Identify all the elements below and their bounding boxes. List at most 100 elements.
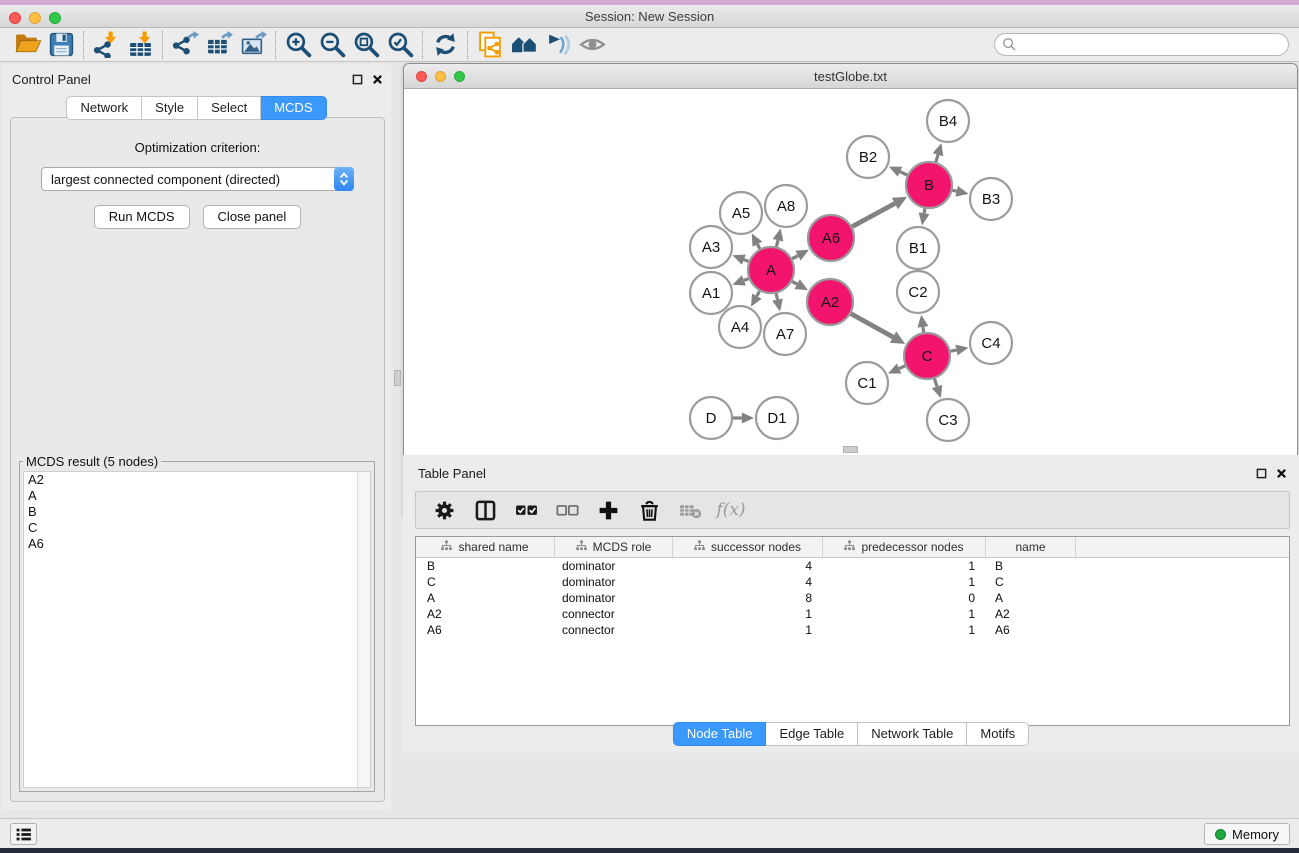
function-builder-icon: f(x): [719, 498, 743, 522]
network-window-titlebar[interactable]: testGlobe.txt: [404, 64, 1297, 89]
table-cell: A2: [416, 606, 555, 622]
mcds-result-item[interactable]: B: [24, 504, 370, 520]
tab-style[interactable]: Style: [142, 96, 198, 120]
tab-mcds[interactable]: MCDS: [261, 96, 326, 120]
edge-B-B2[interactable]: [900, 172, 907, 175]
result-scrollbar[interactable]: [357, 472, 370, 787]
export-network-icon[interactable]: [168, 30, 202, 60]
table-row[interactable]: Adominator80A: [416, 590, 1289, 606]
mcds-result-item[interactable]: A: [24, 488, 370, 504]
add-row-icon[interactable]: [596, 498, 620, 522]
table-tab-motifs[interactable]: Motifs: [967, 722, 1029, 746]
zoom-selected-icon[interactable]: [383, 30, 417, 60]
deselect-all-icon[interactable]: [555, 498, 579, 522]
edge-A-A6[interactable]: [792, 256, 798, 259]
edge-B-B4[interactable]: [936, 155, 938, 162]
close-panel-button[interactable]: Close panel: [203, 205, 302, 229]
export-image-icon[interactable]: [236, 30, 270, 60]
table-row[interactable]: Cdominator41C: [416, 574, 1289, 590]
column-header-predecessor-nodes[interactable]: predecessor nodes: [823, 537, 986, 557]
mcds-result-item[interactable]: A2: [24, 472, 370, 488]
table-cell: connector: [555, 606, 673, 622]
table-tab-edge-table[interactable]: Edge Table: [766, 722, 858, 746]
edge-A-A5[interactable]: [757, 244, 759, 249]
refresh-view-icon[interactable]: [428, 30, 462, 60]
tab-select[interactable]: Select: [198, 96, 261, 120]
memory-status-icon: [1215, 829, 1226, 840]
mcds-result-item[interactable]: A6: [24, 536, 370, 552]
open-file-icon[interactable]: [10, 30, 44, 60]
column-header-successor-nodes[interactable]: successor nodes: [673, 537, 823, 557]
edge-C-C1[interactable]: [899, 366, 905, 369]
edge-C-C4[interactable]: [951, 350, 957, 351]
node-label: A7: [776, 326, 794, 343]
select-all-icon[interactable]: [514, 498, 538, 522]
home-icon[interactable]: [507, 30, 541, 60]
edge-A6-B[interactable]: [852, 203, 895, 226]
table-row[interactable]: A6connector11A6: [416, 622, 1289, 638]
edge-A-A8[interactable]: [776, 240, 777, 246]
mcds-result-item[interactable]: C: [24, 520, 370, 536]
run-mcds-button[interactable]: Run MCDS: [94, 205, 190, 229]
edge-A-A1[interactable]: [744, 279, 749, 281]
float-table-panel-icon[interactable]: [1256, 468, 1267, 479]
edge-A2-C[interactable]: [851, 314, 893, 337]
network-from-file-icon[interactable]: [473, 30, 507, 60]
table-cell: 0: [823, 590, 986, 606]
arrowhead-icon: [917, 315, 928, 328]
import-table-icon[interactable]: [123, 30, 157, 60]
select-stepper-icon: [334, 167, 354, 191]
tab-network[interactable]: Network: [66, 96, 142, 120]
show-hide-eye-icon[interactable]: [575, 30, 609, 60]
table-tab-node-table[interactable]: Node Table: [673, 722, 767, 746]
node-label: C1: [857, 375, 876, 392]
table-tab-network-table[interactable]: Network Table: [858, 722, 967, 746]
zoom-fit-icon[interactable]: [349, 30, 383, 60]
edge-C-C2[interactable]: [923, 327, 924, 332]
edge-B-B1[interactable]: [924, 209, 925, 214]
columns-icon[interactable]: [473, 498, 497, 522]
table-cell: A: [986, 590, 1076, 606]
graphics-details-icon[interactable]: [541, 30, 575, 60]
node-label: D1: [767, 410, 786, 427]
edge-A-A7[interactable]: [776, 293, 777, 299]
node-label: B3: [982, 191, 1000, 208]
table-row[interactable]: Bdominator41B: [416, 558, 1289, 574]
arrowhead-icon: [919, 212, 930, 225]
memory-button[interactable]: Memory: [1204, 823, 1290, 845]
criterion-select[interactable]: largest connected component (directed): [41, 167, 354, 191]
import-network-icon[interactable]: [89, 30, 123, 60]
close-table-panel-icon[interactable]: [1276, 468, 1287, 479]
edge-C-C3[interactable]: [934, 379, 937, 387]
horizontal-splitter-handle[interactable]: [843, 446, 858, 453]
float-panel-icon[interactable]: [352, 74, 363, 85]
delete-row-icon[interactable]: [637, 498, 661, 522]
column-header-name[interactable]: name: [986, 537, 1076, 557]
arrowhead-icon: [732, 254, 745, 264]
app-window: Session: New Session Control Panel Netwo…: [0, 0, 1299, 853]
edge-A-A2[interactable]: [792, 281, 797, 284]
vertical-splitter-handle[interactable]: [394, 370, 401, 386]
save-session-icon[interactable]: [44, 30, 78, 60]
control-panel-title: Control Panel: [12, 72, 91, 87]
gear-icon[interactable]: [432, 498, 456, 522]
column-type-icon: [694, 540, 705, 554]
memory-label: Memory: [1232, 827, 1279, 842]
edge-A-A3[interactable]: [744, 260, 749, 262]
search-input[interactable]: [994, 33, 1289, 56]
column-header-shared-name[interactable]: shared name: [416, 537, 555, 557]
edge-B-B3[interactable]: [952, 190, 956, 191]
column-header-MCDS-role[interactable]: MCDS role: [555, 537, 673, 557]
node-label: B: [924, 177, 934, 194]
node-label: A4: [731, 319, 749, 336]
export-table-icon[interactable]: [202, 30, 236, 60]
task-history-button[interactable]: [10, 823, 37, 845]
zoom-in-icon[interactable]: [281, 30, 315, 60]
node-label: B1: [909, 240, 927, 257]
zoom-out-icon[interactable]: [315, 30, 349, 60]
mcds-panel: Optimization criterion: largest connecte…: [10, 117, 385, 802]
close-panel-icon[interactable]: [372, 74, 383, 85]
node-label: C: [922, 348, 933, 365]
table-row[interactable]: A2connector11A2: [416, 606, 1289, 622]
edge-A-A4[interactable]: [757, 291, 760, 296]
